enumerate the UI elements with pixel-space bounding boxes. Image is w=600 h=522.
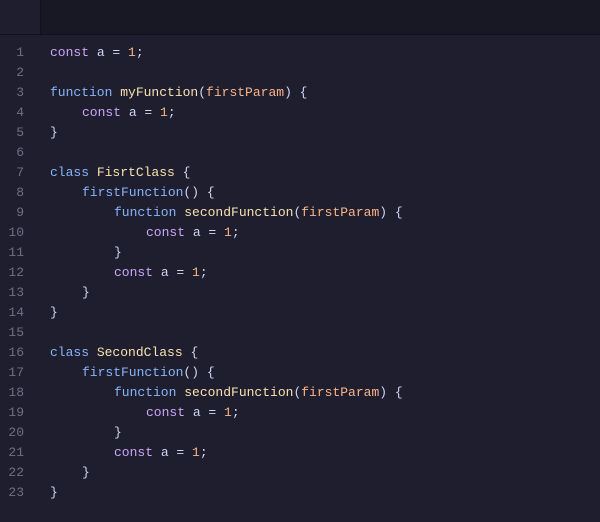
line-number: 3 xyxy=(0,83,32,103)
code-line xyxy=(50,323,600,343)
code-line: const a = 1; xyxy=(50,403,600,423)
code-line: class FisrtClass { xyxy=(50,163,600,183)
line-number: 18 xyxy=(0,383,32,403)
code-line: function secondFunction(firstParam) { xyxy=(50,203,600,223)
line-number: 16 xyxy=(0,343,32,363)
line-number: 6 xyxy=(0,143,32,163)
tab-bar xyxy=(0,0,600,35)
code-line: function myFunction(firstParam) { xyxy=(50,83,600,103)
code-line: firstFunction() { xyxy=(50,363,600,383)
line-number: 13 xyxy=(0,283,32,303)
code-line xyxy=(50,63,600,83)
line-number: 23 xyxy=(0,483,32,503)
editor-area: 1234567891011121314151617181920212223 co… xyxy=(0,35,600,522)
code-line: } xyxy=(50,123,600,143)
line-number: 7 xyxy=(0,163,32,183)
code-line: } xyxy=(50,463,600,483)
code-line: const a = 1; xyxy=(50,43,600,63)
line-number: 19 xyxy=(0,403,32,423)
line-number: 9 xyxy=(0,203,32,223)
line-number: 8 xyxy=(0,183,32,203)
code-line: } xyxy=(50,423,600,443)
line-number: 11 xyxy=(0,243,32,263)
line-number: 5 xyxy=(0,123,32,143)
code-line: } xyxy=(50,483,600,503)
line-number: 21 xyxy=(0,443,32,463)
line-number: 4 xyxy=(0,103,32,123)
line-numbers: 1234567891011121314151617181920212223 xyxy=(0,35,42,522)
line-number: 20 xyxy=(0,423,32,443)
line-number: 14 xyxy=(0,303,32,323)
line-number: 2 xyxy=(0,63,32,83)
code-line: } xyxy=(50,283,600,303)
code-line: const a = 1; xyxy=(50,263,600,283)
tab-index-js[interactable] xyxy=(0,0,41,34)
code-line: function secondFunction(firstParam) { xyxy=(50,383,600,403)
code-area[interactable]: const a = 1; function myFunction(firstPa… xyxy=(42,35,600,522)
line-number: 1 xyxy=(0,43,32,63)
code-line: } xyxy=(50,303,600,323)
line-number: 17 xyxy=(0,363,32,383)
line-number: 10 xyxy=(0,223,32,243)
code-line: } xyxy=(50,243,600,263)
line-number: 15 xyxy=(0,323,32,343)
code-line: const a = 1; xyxy=(50,223,600,243)
line-number: 22 xyxy=(0,463,32,483)
line-number: 12 xyxy=(0,263,32,283)
code-line xyxy=(50,143,600,163)
code-line: const a = 1; xyxy=(50,443,600,463)
code-line: class SecondClass { xyxy=(50,343,600,363)
code-line: const a = 1; xyxy=(50,103,600,123)
code-line: firstFunction() { xyxy=(50,183,600,203)
